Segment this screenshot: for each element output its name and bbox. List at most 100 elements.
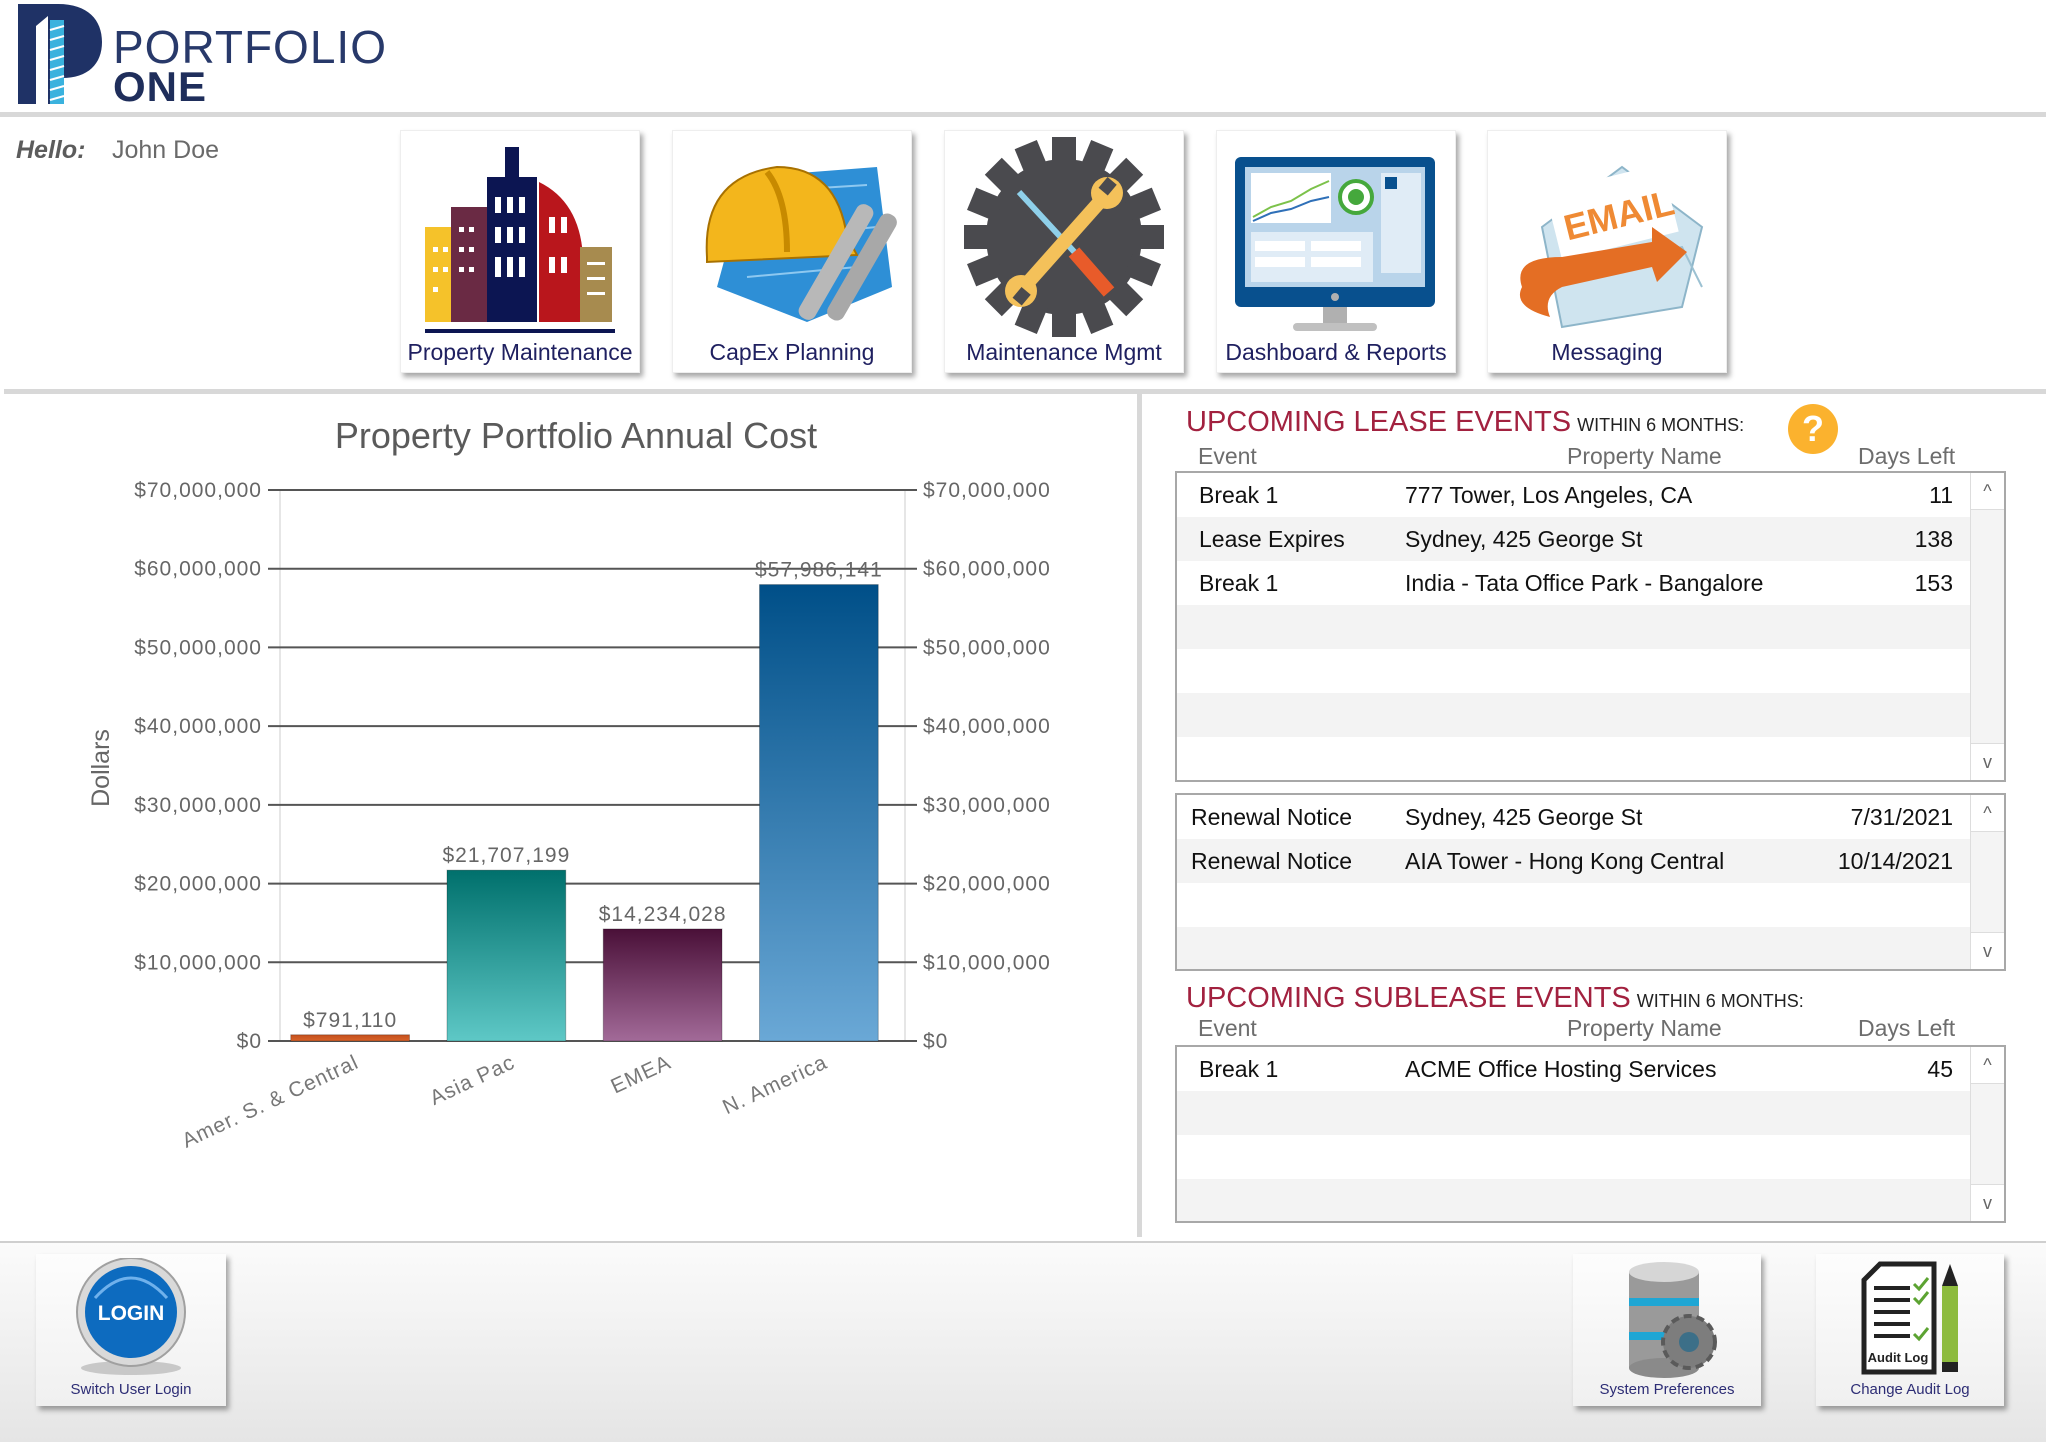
y-tick-label-left: $10,000,000 bbox=[134, 951, 262, 974]
y-tick-label-left: $0 bbox=[237, 1030, 262, 1053]
sublease-events-table: Break 1 ACME Office Hosting Services 45 … bbox=[1175, 1045, 2006, 1223]
empty-row bbox=[1177, 1135, 1973, 1179]
bar-n-america[interactable] bbox=[759, 584, 879, 1042]
nav-tile-maintenance-mgmt[interactable]: Maintenance Mgmt bbox=[944, 130, 1184, 373]
bar-amer-s-central[interactable] bbox=[290, 1034, 410, 1042]
lease-events-title: UPCOMING LEASE EVENTS WITHIN 6 MONTHS: bbox=[1186, 406, 1744, 439]
nav-tile-dashboard-reports[interactable]: Dashboard & Reports bbox=[1216, 130, 1456, 373]
y-tick-label-right: $70,000,000 bbox=[923, 479, 1051, 502]
column-header-days-left: Days Left bbox=[1858, 443, 1956, 469]
scroll-down-button[interactable]: v bbox=[1971, 743, 2004, 780]
sublease-events-subtitle: WITHIN 6 MONTHS: bbox=[1636, 991, 1804, 1011]
event-cell: Lease Expires bbox=[1199, 526, 1345, 552]
table-row[interactable]: Lease Expires Sydney, 425 George St 138 bbox=[1177, 517, 1973, 561]
table-row[interactable]: Break 1 777 Tower, Los Angeles, CA 11 bbox=[1177, 473, 1973, 517]
nav-tile-label: Dashboard & Reports bbox=[1225, 339, 1447, 365]
y-axis-label: Dollars bbox=[87, 729, 115, 807]
nav-tile-label: Maintenance Mgmt bbox=[966, 339, 1162, 365]
bar-emea[interactable] bbox=[602, 928, 723, 1042]
category-label: Amer. S. & Central bbox=[179, 1051, 363, 1153]
event-cell: Break 1 bbox=[1199, 482, 1279, 508]
scroll-up-button[interactable]: ^ bbox=[1971, 795, 2004, 832]
bar-value-label: $14,234,028 bbox=[599, 903, 727, 926]
bar-value-label: $21,707,199 bbox=[442, 844, 570, 867]
y-tick-label-left: $50,000,000 bbox=[134, 636, 262, 659]
category-label: EMEA bbox=[607, 1051, 674, 1099]
y-tick-label-right: $20,000,000 bbox=[923, 873, 1051, 896]
event-cell: Break 1 bbox=[1199, 570, 1279, 596]
scroll-down-button[interactable]: v bbox=[1971, 1184, 2004, 1221]
nav-tile-capex-planning[interactable]: CapEx Planning bbox=[672, 130, 912, 373]
login-badge-icon: LOGIN bbox=[76, 1258, 186, 1375]
category-label: Asia Pac bbox=[426, 1051, 518, 1110]
email-envelope-icon: EMAIL bbox=[1519, 163, 1704, 329]
y-tick-label-right: $50,000,000 bbox=[923, 636, 1051, 659]
table-row[interactable]: Renewal Notice Sydney, 425 George St 7/3… bbox=[1177, 795, 1973, 839]
annual-cost-chart: Property Portfolio Annual Cost Dollars $… bbox=[87, 415, 1051, 1153]
nav-tile-property-maintenance[interactable]: Property Maintenance bbox=[400, 130, 640, 373]
database-gear-icon bbox=[1629, 1262, 1717, 1378]
nav-tile-messaging[interactable]: EMAIL Messaging bbox=[1487, 130, 1727, 373]
lease-notices-table: Renewal Notice Sydney, 425 George St 7/3… bbox=[1175, 793, 2006, 971]
empty-row bbox=[1177, 1091, 1973, 1135]
y-tick-label-left: $20,000,000 bbox=[134, 873, 262, 896]
monitor-dashboard-icon bbox=[1235, 157, 1435, 331]
switch-user-login-button[interactable]: LOGIN Switch User Login bbox=[36, 1254, 226, 1406]
lease-events-subtitle: WITHIN 6 MONTHS: bbox=[1577, 415, 1745, 435]
switch-user-login-label: Switch User Login bbox=[70, 1381, 192, 1398]
date-cell: 7/31/2021 bbox=[1850, 804, 1953, 830]
y-tick-label-left: $40,000,000 bbox=[134, 715, 262, 738]
y-tick-label-right: $60,000,000 bbox=[923, 558, 1051, 581]
y-tick-label-left: $30,000,000 bbox=[134, 794, 262, 817]
system-preferences-label: System Preferences bbox=[1599, 1381, 1735, 1398]
help-icon[interactable]: ? bbox=[1788, 404, 1838, 454]
sublease-events-heading: UPCOMING SUBLEASE EVENTS bbox=[1186, 982, 1631, 1014]
scroll-down-button[interactable]: v bbox=[1971, 932, 2004, 969]
sublease-events-title: UPCOMING SUBLEASE EVENTS WITHIN 6 MONTHS: bbox=[1186, 982, 1804, 1015]
panel-divider bbox=[1137, 394, 1142, 1237]
bar-value-label: $791,110 bbox=[303, 1009, 397, 1032]
change-audit-log-button[interactable]: Audit Log Change Audit Log bbox=[1816, 1254, 2004, 1406]
greeting-label: Hello: bbox=[16, 136, 86, 164]
property-cell: Sydney, 425 George St bbox=[1405, 804, 1643, 830]
city-buildings-icon bbox=[425, 147, 615, 333]
nav-tile-label: Property Maintenance bbox=[407, 339, 633, 365]
property-cell: 777 Tower, Los Angeles, CA bbox=[1405, 482, 1693, 508]
table-row[interactable]: Break 1 ACME Office Hosting Services 45 bbox=[1177, 1047, 1973, 1091]
audit-log-icon: Audit Log bbox=[1861, 1261, 1958, 1375]
scroll-up-button[interactable]: ^ bbox=[1971, 1047, 2004, 1084]
header-divider bbox=[0, 112, 2046, 117]
column-header-event: Event bbox=[1198, 1015, 1257, 1041]
event-cell: Renewal Notice bbox=[1191, 804, 1353, 830]
login-badge-text: LOGIN bbox=[98, 1302, 165, 1325]
date-cell: 10/14/2021 bbox=[1837, 848, 1953, 874]
system-preferences-button[interactable]: System Preferences bbox=[1573, 1254, 1761, 1406]
table-row[interactable]: Renewal Notice AIA Tower - Hong Kong Cen… bbox=[1177, 839, 1973, 883]
property-cell: ACME Office Hosting Services bbox=[1405, 1056, 1717, 1082]
empty-row bbox=[1177, 605, 1973, 649]
empty-row bbox=[1177, 649, 1973, 693]
bar-asia-pac[interactable] bbox=[446, 869, 567, 1042]
scrollbar[interactable]: ^ v bbox=[1970, 795, 2004, 969]
empty-row bbox=[1177, 1179, 1973, 1221]
table-row[interactable]: Break 1 India - Tata Office Park - Banga… bbox=[1177, 561, 1973, 605]
scrollbar[interactable]: ^ v bbox=[1970, 473, 2004, 780]
empty-row bbox=[1177, 693, 1973, 737]
days-left-cell: 138 bbox=[1914, 526, 1953, 552]
days-left-cell: 153 bbox=[1914, 570, 1953, 596]
scrollbar[interactable]: ^ v bbox=[1970, 1047, 2004, 1221]
property-cell: Sydney, 425 George St bbox=[1405, 526, 1643, 552]
portfolio-one-logo-icon bbox=[18, 4, 102, 104]
category-label: N. America bbox=[719, 1051, 831, 1119]
y-tick-label-right: $30,000,000 bbox=[923, 794, 1051, 817]
property-cell: India - Tata Office Park - Bangalore bbox=[1405, 570, 1764, 596]
change-audit-log-label: Change Audit Log bbox=[1850, 1381, 1970, 1398]
days-left-cell: 45 bbox=[1927, 1056, 1953, 1082]
scroll-up-button[interactable]: ^ bbox=[1971, 473, 2004, 510]
y-tick-label-right: $10,000,000 bbox=[923, 951, 1051, 974]
hardhat-blueprints-icon bbox=[705, 165, 897, 322]
nav-tile-label: CapEx Planning bbox=[709, 339, 875, 365]
empty-row bbox=[1177, 883, 1973, 927]
y-tick-label-left: $60,000,000 bbox=[134, 558, 262, 581]
y-tick-label-right: $0 bbox=[923, 1030, 948, 1053]
